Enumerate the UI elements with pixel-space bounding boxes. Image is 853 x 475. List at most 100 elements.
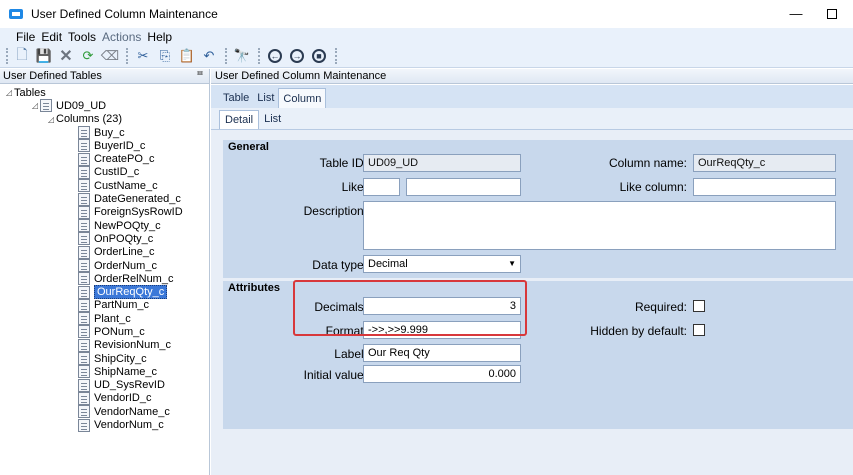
like-column-field[interactable] bbox=[693, 178, 836, 196]
attributes-group-title: Attributes bbox=[228, 282, 280, 294]
cut-icon[interactable]: ✂ bbox=[133, 47, 153, 65]
tree-column-item[interactable]: OurReqQty_c bbox=[0, 285, 209, 300]
column-icon bbox=[78, 192, 90, 206]
tree-column-item[interactable]: ShipCity_c bbox=[0, 352, 209, 366]
table-icon bbox=[40, 99, 52, 113]
general-group: General Table ID: UD09_UD Column name: O… bbox=[223, 140, 853, 278]
column-icon bbox=[78, 378, 90, 392]
tab-list[interactable]: List bbox=[253, 88, 278, 108]
tree-column-label: OrderNum_c bbox=[94, 259, 157, 272]
tree-column-item[interactable]: OnPOQty_c bbox=[0, 232, 209, 246]
collapse-icon[interactable]: ◿ bbox=[4, 88, 14, 97]
tree-column-item[interactable]: VendorNum_c bbox=[0, 418, 209, 432]
tree-column-item[interactable]: VendorName_c bbox=[0, 405, 209, 419]
menu-file[interactable]: File bbox=[16, 30, 35, 44]
tree-column-item[interactable]: UD_SysRevID bbox=[0, 378, 209, 392]
tree-column-item[interactable]: CreatePO_c bbox=[0, 152, 209, 166]
tree-column-item[interactable]: DateGenerated_c bbox=[0, 192, 209, 206]
new-icon[interactable]: 🗋 bbox=[12, 46, 32, 65]
tables-tree-panel: User Defined Tables ⱎ ◿ Tables ◿ UD09_UD… bbox=[0, 69, 210, 475]
column-icon bbox=[78, 205, 90, 219]
tree-node-table[interactable]: ◿ UD09_UD bbox=[0, 99, 209, 113]
like-column-label: Like column: bbox=[619, 180, 687, 194]
title-bar: User Defined Column Maintenance — bbox=[0, 0, 853, 28]
tab-detail[interactable]: Detail bbox=[219, 110, 260, 129]
prev-icon[interactable]: ← bbox=[265, 47, 285, 65]
tree-column-item[interactable]: NewPOQty_c bbox=[0, 219, 209, 233]
menu-edit[interactable]: Edit bbox=[41, 30, 62, 44]
label-field[interactable]: Our Req Qty bbox=[363, 344, 521, 362]
tree-column-item[interactable]: Plant_c bbox=[0, 312, 209, 326]
tab-column[interactable]: Column bbox=[278, 88, 327, 108]
tree-column-label: DateGenerated_c bbox=[94, 193, 181, 206]
tab-list-sub[interactable]: List bbox=[259, 110, 286, 129]
table-id-field[interactable]: UD09_UD bbox=[363, 154, 521, 172]
tree-column-item[interactable]: Buy_c bbox=[0, 126, 209, 140]
menu-actions[interactable]: Actions bbox=[102, 30, 141, 44]
tree-column-label: ShipName_c bbox=[94, 365, 157, 378]
tree-column-item[interactable]: VendorID_c bbox=[0, 391, 209, 405]
tree-column-item[interactable]: ShipName_c bbox=[0, 365, 209, 379]
column-list: Buy_c BuyerID_c CreatePO_c CustID_c CustName… bbox=[0, 126, 209, 432]
tree-column-item[interactable]: PartNum_c bbox=[0, 298, 209, 312]
main-tabs: Table List Column bbox=[211, 85, 853, 108]
refresh-icon[interactable]: ⟳ bbox=[78, 47, 98, 65]
undo-icon[interactable]: ↶ bbox=[199, 47, 219, 65]
initial-value-field[interactable]: 0.000 bbox=[363, 365, 521, 383]
maximize-button[interactable] bbox=[820, 4, 844, 24]
column-icon bbox=[78, 285, 90, 299]
find-icon[interactable]: 🔭 bbox=[232, 47, 252, 65]
paste-icon[interactable]: 📋 bbox=[177, 47, 197, 65]
tree-column-item[interactable]: PONum_c bbox=[0, 325, 209, 339]
tree-column-item[interactable]: OrderLine_c bbox=[0, 245, 209, 259]
tree-column-item[interactable]: CustID_c bbox=[0, 165, 209, 179]
like-field[interactable] bbox=[363, 178, 400, 196]
tree-column-label: PONum_c bbox=[94, 325, 145, 338]
column-icon bbox=[78, 405, 90, 419]
column-icon bbox=[78, 152, 90, 166]
data-type-value: Decimal bbox=[368, 258, 408, 270]
tab-table[interactable]: Table bbox=[219, 88, 253, 108]
collapse-icon[interactable]: ◿ bbox=[30, 101, 40, 110]
column-icon bbox=[78, 219, 90, 233]
tree-column-item[interactable]: ForeignSysRowID bbox=[0, 205, 209, 219]
tree-column-item[interactable]: CustName_c bbox=[0, 179, 209, 193]
collapse-icon[interactable]: ◿ bbox=[46, 115, 56, 124]
toolbar-separator bbox=[335, 48, 338, 64]
menu-tools[interactable]: Tools bbox=[68, 30, 96, 44]
dropdown-arrow-icon[interactable]: ▼ bbox=[508, 256, 516, 272]
save-icon[interactable]: 💾 bbox=[34, 47, 54, 65]
like-extra-field[interactable] bbox=[406, 178, 521, 196]
description-field[interactable] bbox=[363, 201, 836, 250]
table-id-label: Table ID: bbox=[319, 156, 367, 170]
stop-icon[interactable]: ■ bbox=[309, 47, 329, 65]
menu-bar: File Edit Tools Actions Help bbox=[0, 28, 853, 45]
copy-icon[interactable]: ⎘ bbox=[155, 47, 175, 65]
data-type-combo[interactable]: Decimal ▼ bbox=[363, 255, 521, 273]
column-icon bbox=[78, 365, 90, 379]
menu-help[interactable]: Help bbox=[147, 30, 172, 44]
required-checkbox[interactable] bbox=[693, 300, 705, 312]
tree-node-tables[interactable]: ◿ Tables bbox=[0, 86, 209, 99]
tree-column-label: VendorNum_c bbox=[94, 419, 164, 432]
clear-icon[interactable]: ⌫ bbox=[100, 47, 120, 65]
tables-tree: ◿ Tables ◿ UD09_UD ◿ Columns (23) Buy_c B… bbox=[0, 84, 209, 432]
minimize-button[interactable]: — bbox=[784, 4, 808, 24]
delete-icon[interactable]: ✕ bbox=[56, 47, 76, 65]
column-name-field[interactable]: OurReqQty_c bbox=[693, 154, 836, 172]
initial-value-label: Initial value: bbox=[303, 368, 367, 382]
tree-column-item[interactable]: OrderNum_c bbox=[0, 259, 209, 272]
tree-column-item[interactable]: RevisionNum_c bbox=[0, 338, 209, 352]
column-icon bbox=[78, 179, 90, 193]
hidden-by-default-label: Hidden by default: bbox=[590, 324, 687, 338]
tree-column-item[interactable]: OrderRelNum_c bbox=[0, 272, 209, 286]
tree-column-item[interactable]: BuyerID_c bbox=[0, 139, 209, 153]
toolbar: 🗋 💾 ✕ ⟳ ⌫ ✂ ⎘ 📋 ↶ 🔭 ← → ■ bbox=[0, 45, 853, 68]
hidden-by-default-checkbox[interactable] bbox=[693, 324, 705, 336]
pin-icon[interactable]: ⱎ bbox=[197, 69, 203, 83]
toolbar-grip[interactable] bbox=[6, 48, 9, 64]
next-icon[interactable]: → bbox=[287, 47, 307, 65]
tree-node-columns[interactable]: ◿ Columns (23) bbox=[0, 113, 209, 126]
column-name-label: Column name: bbox=[608, 156, 687, 170]
detail-content: General Table ID: UD09_UD Column name: O… bbox=[211, 130, 853, 475]
